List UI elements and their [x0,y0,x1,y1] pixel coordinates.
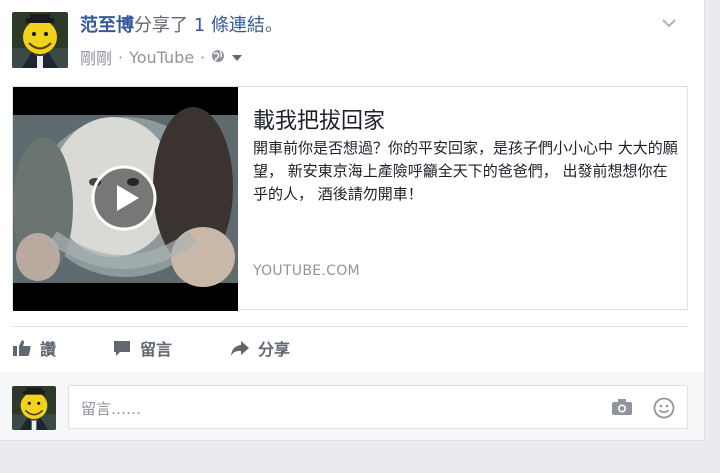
thumbs-up-icon [12,338,32,358]
divider [12,326,688,327]
post-header-line: 范至博分享了 1 條連結。 [80,12,283,40]
link-title[interactable]: 載我把拔回家 [253,103,385,135]
comment-label: 留言 [140,340,173,359]
author-name[interactable]: 范至博 [80,15,134,36]
post-timestamp[interactable]: 剛剛 [80,45,112,69]
video-thumbnail[interactable] [13,87,238,311]
meta-separator: · [118,47,124,67]
privacy-caret-icon[interactable] [231,48,243,67]
play-button[interactable] [91,165,157,231]
viewer-avatar[interactable] [12,386,56,430]
link-preview-card[interactable]: 載我把拔回家 開車前你是否想過？你的平安回家，是孩子們小小心中 大大的願望， 新… [12,86,688,311]
share-arrow-icon [230,338,250,358]
emoji-smile-icon[interactable] [653,397,675,423]
comment-button[interactable]: 留言 [112,336,172,360]
author-avatar[interactable] [12,12,68,68]
comment-input[interactable]: 留言…… [68,385,688,429]
meta-separator-2: · [200,47,206,67]
globe-icon[interactable] [211,48,225,67]
share-button[interactable]: 分享 [230,336,290,360]
post-meta: 剛剛 · YouTube · [80,45,243,69]
comment-icon [112,338,132,358]
chevron-down-icon[interactable] [660,14,678,32]
like-label: 讚 [40,340,57,359]
link-source-domain: YOUTUBE.COM [253,263,360,279]
link-count-link[interactable]: 1 條連結 [194,15,265,36]
like-button[interactable]: 讚 [12,336,56,360]
action-bar: 讚 留言 分享 [12,336,688,364]
comment-placeholder: 留言…… [81,400,142,418]
link-description: 開車前你是否想過？你的平安回家，是孩子們小小心中 大大的願望， 新安東京海上產險… [253,139,678,203]
shared-text: 分享了 [134,15,188,36]
header-punct: 。 [264,15,283,36]
share-label: 分享 [258,340,291,359]
post-card: 范至博分享了 1 條連結。 剛剛 · YouTube · 載我把拔回家 開車前你… [0,0,705,441]
camera-icon[interactable] [611,397,633,421]
post-source[interactable]: YouTube [129,48,194,67]
